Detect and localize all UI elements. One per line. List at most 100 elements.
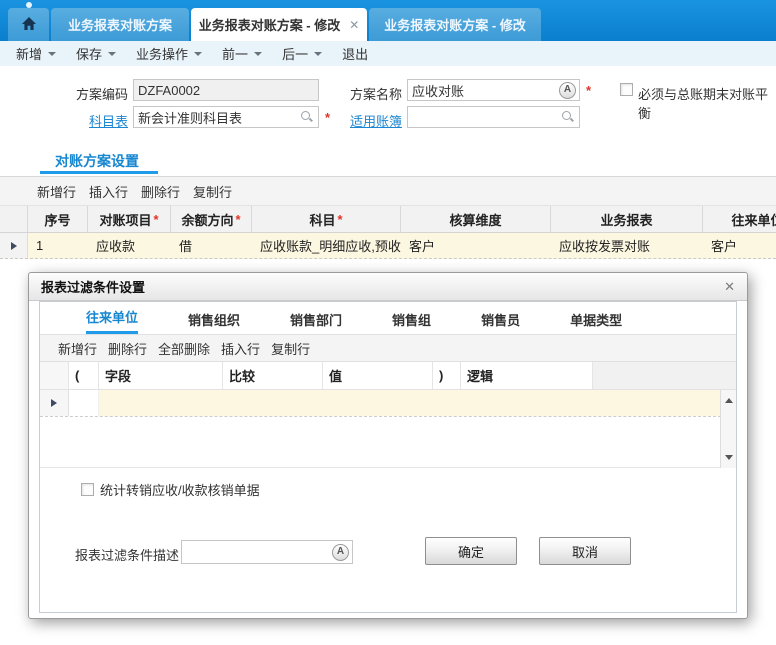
save-button[interactable]: 保存 xyxy=(66,44,126,63)
tab-sales-group[interactable]: 销售组 xyxy=(392,310,431,334)
dialog-title: 报表过滤条件设置 xyxy=(41,277,145,296)
apply-book-link[interactable]: 适用账簿 xyxy=(350,114,402,129)
dlg-delete-row-button[interactable]: 删除行 xyxy=(108,339,147,358)
new-button[interactable]: 新增 xyxy=(6,44,66,63)
tab-salesperson[interactable]: 销售员 xyxy=(481,310,520,334)
cell-counterparty[interactable]: 客户 xyxy=(703,233,776,258)
tab-doc-type[interactable]: 单据类型 xyxy=(570,310,622,334)
table-row[interactable]: 1 应收款 借 应收账款_明细应收,预收账 客户 应收按发票对账 客户 xyxy=(0,233,776,259)
writeoff-checkbox[interactable] xyxy=(81,483,94,496)
col-header-logic[interactable]: 逻辑 xyxy=(461,362,593,389)
dialog-titlebar: 报表过滤条件设置 ✕ xyxy=(29,273,747,301)
col-header-dimension[interactable]: 核算维度 xyxy=(401,206,551,232)
col-header-report[interactable]: 业务报表 xyxy=(551,206,703,232)
grid-toolbar: 新增行 插入行 删除行 复制行 xyxy=(0,177,776,206)
scroll-up-icon[interactable] xyxy=(725,394,733,403)
tab-reconcile-scheme-settings[interactable]: 对账方案设置 xyxy=(55,151,139,171)
tab-scheme-list[interactable]: 业务报表对账方案 xyxy=(51,8,189,41)
previous-button[interactable]: 前一 xyxy=(212,44,272,63)
writeoff-checkbox-label: 统计转销应收/收款核销单据 xyxy=(100,480,260,499)
dialog-grid-toolbar: 新增行 删除行 全部删除 插入行 复制行 xyxy=(40,334,736,362)
cell-dimension[interactable]: 客户 xyxy=(401,233,551,258)
multilang-icon[interactable]: A xyxy=(332,544,349,561)
tab-counterparty[interactable]: 往来单位 xyxy=(86,307,138,334)
filter-desc-label: 报表过滤条件描述 xyxy=(75,545,179,564)
cell-item[interactable]: 应收款 xyxy=(88,233,171,258)
insert-row-button[interactable]: 插入行 xyxy=(89,182,128,201)
required-asterisk: * xyxy=(153,212,158,227)
tab-sales-org[interactable]: 销售组织 xyxy=(188,310,240,334)
cell-balance-direction[interactable]: 借 xyxy=(171,233,252,258)
scheme-name-label: 方案名称 xyxy=(300,84,402,103)
dialog-tabs: 往来单位 销售组织 销售部门 销售组 销售员 单据类型 xyxy=(40,302,736,334)
active-tab-underline xyxy=(40,171,158,174)
tab-bar: 业务报表对账方案 业务报表对账方案 - 修改 ✕ 业务报表对账方案 - 修改 xyxy=(0,0,776,41)
dialog-grid-body xyxy=(40,390,736,468)
dlg-row-selector-header xyxy=(40,362,69,389)
tab-sales-dept[interactable]: 销售部门 xyxy=(290,310,342,334)
col-header-value[interactable]: 值 xyxy=(323,362,433,389)
tab-home[interactable] xyxy=(8,8,49,41)
dlg-delete-all-button[interactable]: 全部删除 xyxy=(158,339,210,358)
col-header-close-paren[interactable]: ) xyxy=(433,362,461,389)
tab-scheme-edit-2[interactable]: 业务报表对账方案 - 修改 xyxy=(369,8,541,41)
dlg-add-row-button[interactable]: 新增行 xyxy=(58,339,97,358)
col-header-open-paren[interactable]: ( xyxy=(69,362,99,389)
col-header-field[interactable]: 字段 xyxy=(99,362,223,389)
apply-book-input[interactable] xyxy=(408,108,561,126)
balance-checkbox[interactable] xyxy=(620,83,633,96)
chevron-down-icon xyxy=(254,52,262,60)
copy-row-button[interactable]: 复制行 xyxy=(193,182,232,201)
business-actions-button[interactable]: 业务操作 xyxy=(126,44,212,63)
col-header-account[interactable]: 科目 * xyxy=(252,206,401,232)
row-selector-cell[interactable] xyxy=(0,233,28,258)
col-header-balance-direction[interactable]: 余额方向 * xyxy=(171,206,252,232)
cell-seq[interactable]: 1 xyxy=(28,233,88,258)
dlg-insert-row-button[interactable]: 插入行 xyxy=(221,339,260,358)
table-row[interactable] xyxy=(40,390,736,417)
required-asterisk: * xyxy=(337,212,342,227)
cell-open-paren[interactable] xyxy=(69,390,99,416)
ok-button[interactable]: 确定 xyxy=(425,537,517,565)
scheme-code-input[interactable] xyxy=(134,81,318,99)
main-toolbar: 新增 保存 业务操作 前一 后一 退出 xyxy=(0,41,776,66)
delete-row-button[interactable]: 删除行 xyxy=(141,182,180,201)
cell-report[interactable]: 应收按发票对账 xyxy=(551,233,703,258)
dlg-copy-row-button[interactable]: 复制行 xyxy=(271,339,310,358)
scheme-name-input[interactable] xyxy=(408,81,559,99)
header-filler xyxy=(593,362,736,389)
row-selector-cell[interactable] xyxy=(40,390,69,416)
tab-scheme-edit-active[interactable]: 业务报表对账方案 - 修改 ✕ xyxy=(191,8,367,41)
add-row-button[interactable]: 新增行 xyxy=(37,182,76,201)
vertical-scrollbar[interactable] xyxy=(720,390,736,468)
row-selector-header xyxy=(0,206,28,232)
exit-button[interactable]: 退出 xyxy=(332,44,378,63)
filter-desc-input[interactable] xyxy=(182,543,332,561)
multilang-icon[interactable]: A xyxy=(559,82,576,99)
required-asterisk: * xyxy=(586,83,591,98)
grid-header-row: 序号 对账项目 * 余额方向 * 科目 * 核算维度 业务报表 往来单位 xyxy=(0,206,776,233)
chevron-down-icon xyxy=(108,52,116,60)
scheme-code-label: 方案编码 xyxy=(0,84,128,103)
next-button[interactable]: 后一 xyxy=(272,44,332,63)
account-table-link[interactable]: 科目表 xyxy=(89,114,128,129)
close-icon[interactable]: ✕ xyxy=(724,279,735,295)
app-window: 业务报表对账方案 业务报表对账方案 - 修改 ✕ 业务报表对账方案 - 修改 新… xyxy=(0,0,776,645)
cancel-button[interactable]: 取消 xyxy=(539,537,631,565)
chevron-down-icon xyxy=(314,52,322,60)
scroll-down-icon[interactable] xyxy=(725,455,733,464)
close-icon[interactable]: ✕ xyxy=(349,19,359,31)
tab-label: 业务报表对账方案 - 修改 xyxy=(384,15,526,34)
home-icon xyxy=(21,16,37,34)
chevron-down-icon xyxy=(194,52,202,60)
col-header-compare[interactable]: 比较 xyxy=(223,362,323,389)
col-header-item[interactable]: 对账项目 * xyxy=(88,206,171,232)
report-filter-dialog: 报表过滤条件设置 ✕ 往来单位 销售组织 销售部门 销售组 销售员 单据类型 新… xyxy=(28,272,748,619)
tab-label: 业务报表对账方案 xyxy=(68,15,172,34)
selected-row-highlight[interactable] xyxy=(99,390,720,416)
account-table-input[interactable] xyxy=(134,108,300,126)
col-header-counterparty[interactable]: 往来单位 xyxy=(703,206,776,232)
cell-account[interactable]: 应收账款_明细应收,预收账 xyxy=(252,233,401,258)
search-icon[interactable] xyxy=(561,110,575,124)
col-header-seq[interactable]: 序号 xyxy=(28,206,88,232)
